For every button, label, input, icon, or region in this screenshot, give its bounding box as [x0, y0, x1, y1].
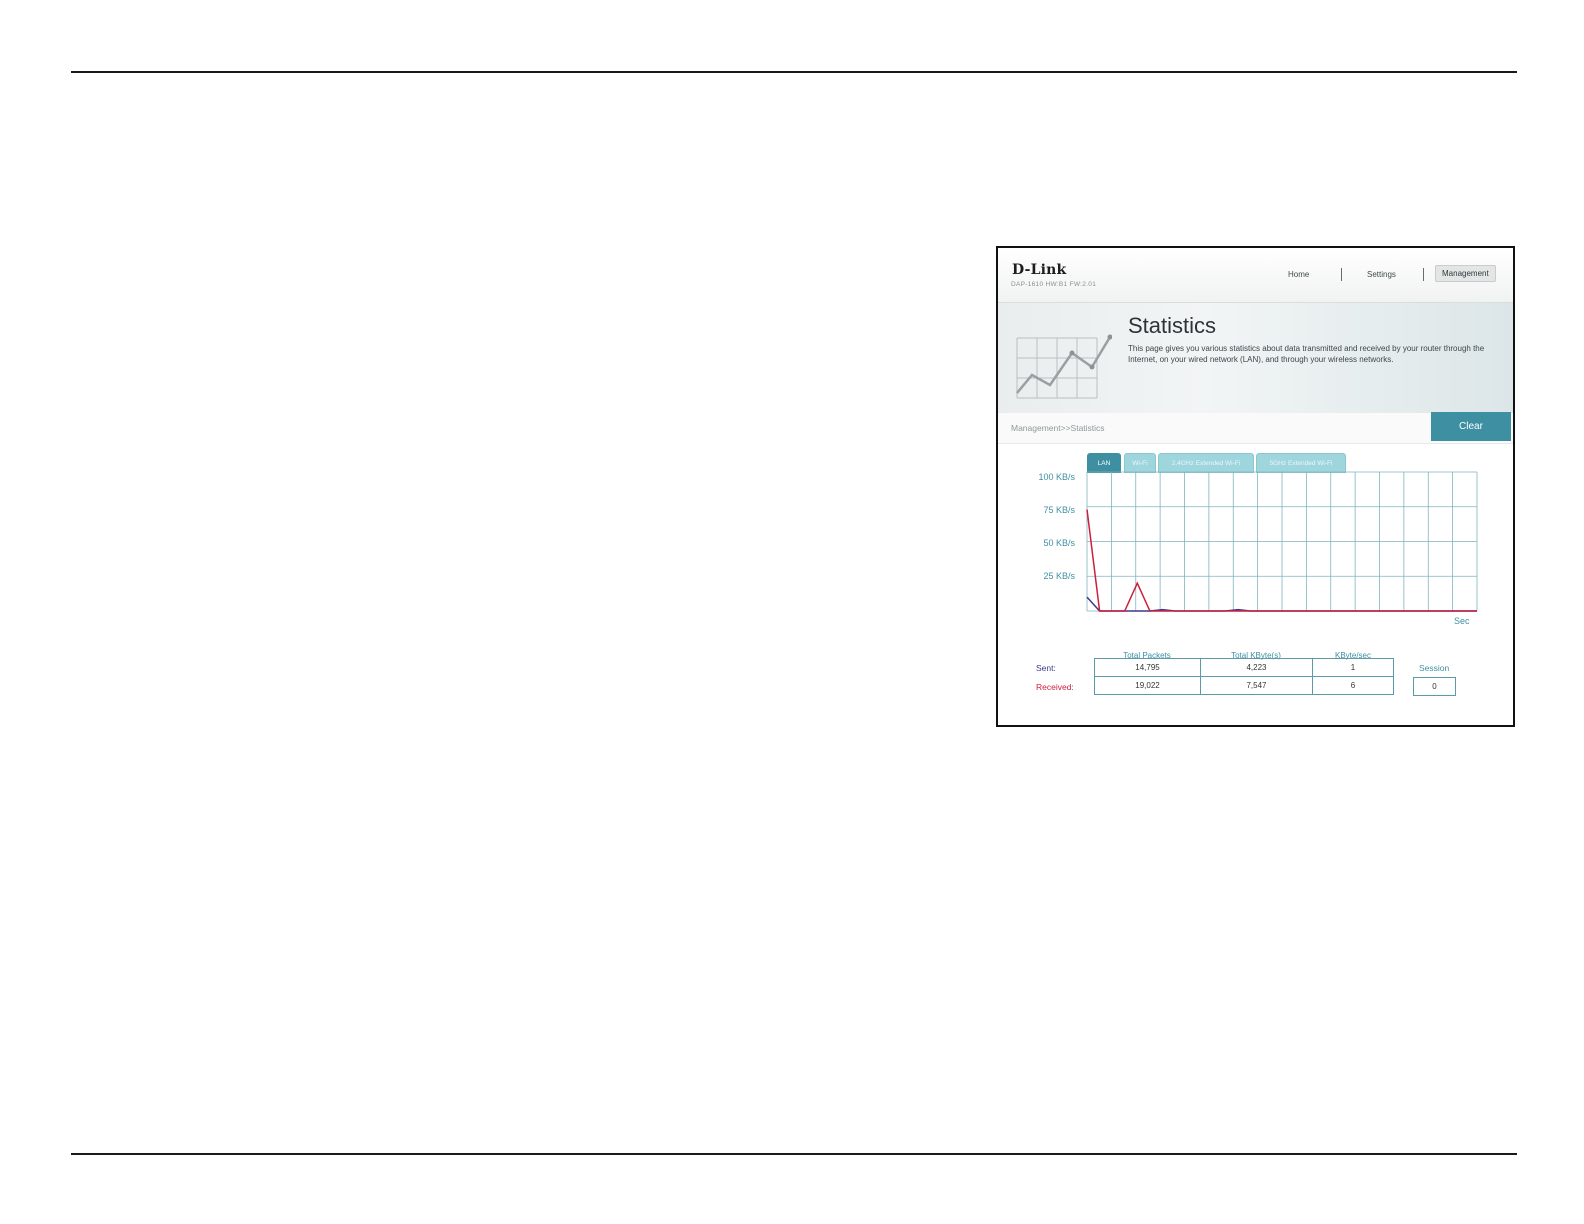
tab-lan[interactable]: LAN	[1087, 453, 1121, 473]
traffic-chart	[1086, 471, 1478, 612]
nav-separator	[1341, 268, 1342, 281]
breadcrumb: Management>>Statistics	[1011, 423, 1105, 433]
statistics-chart-icon	[1016, 334, 1112, 399]
nav-settings[interactable]: Settings	[1367, 270, 1396, 279]
clear-button[interactable]: Clear	[1431, 412, 1511, 441]
y-tick-label: 75 KB/s	[1043, 505, 1075, 515]
top-rule	[71, 71, 1517, 73]
bottom-rule	[71, 1153, 1517, 1155]
x-axis-label: Sec	[1454, 616, 1470, 626]
sent-total-kbytes: 4,223	[1200, 658, 1313, 677]
dlink-logo: D-Link	[1012, 262, 1067, 278]
nav-separator	[1423, 268, 1424, 281]
received-kbyte-sec: 6	[1312, 676, 1394, 695]
sent-label: Sent:	[1036, 663, 1056, 673]
session-value: 0	[1413, 677, 1456, 696]
sent-total-packets: 14,795	[1094, 658, 1201, 677]
model-info: DAP-1610 HW:B1 FW:2.01	[1011, 281, 1097, 288]
y-tick-label: 50 KB/s	[1043, 538, 1075, 548]
received-total-packets: 19,022	[1094, 676, 1201, 695]
y-tick-label: 100 KB/s	[1038, 472, 1075, 482]
page-description: This page gives you various statistics a…	[1128, 344, 1485, 364]
y-tick-label: 25 KB/s	[1043, 571, 1075, 581]
nav-management[interactable]: Management	[1435, 265, 1496, 282]
sent-kbyte-sec: 1	[1312, 658, 1394, 677]
nav-home[interactable]: Home	[1288, 270, 1309, 279]
received-label: Received:	[1036, 682, 1074, 692]
tab-5ghz-extended-wifi[interactable]: 5GHz Extended Wi-Fi	[1256, 453, 1346, 473]
received-total-kbytes: 7,547	[1200, 676, 1313, 695]
page-title: Statistics	[1128, 313, 1217, 338]
router-header: D-Link DAP-1610 HW:B1 FW:2.01 Home Setti…	[998, 248, 1513, 303]
tab-wifi[interactable]: Wi-Fi	[1124, 453, 1156, 473]
tab-24ghz-extended-wifi[interactable]: 2.4GHz Extended Wi-Fi	[1158, 453, 1254, 473]
session-label: Session	[1419, 663, 1450, 673]
